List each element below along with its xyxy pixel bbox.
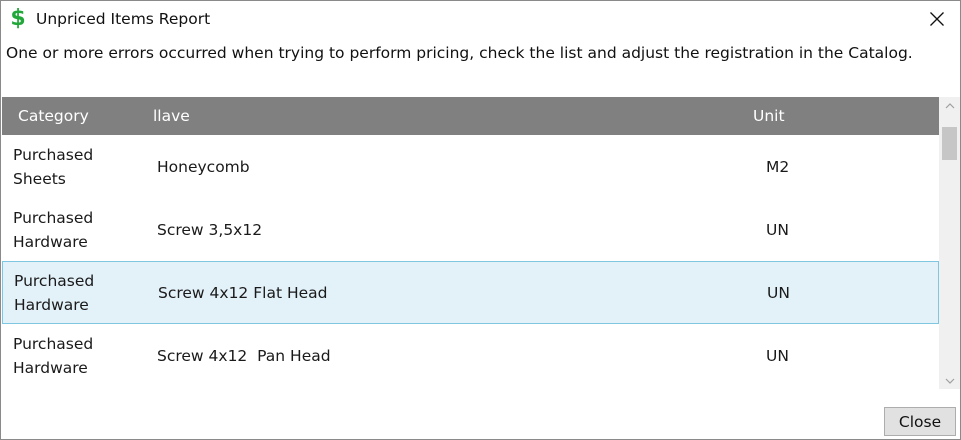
chevron-up-icon	[945, 102, 954, 108]
cell-llave: Honeycomb	[157, 157, 250, 176]
window-title: Unpriced Items Report	[36, 9, 211, 28]
unpriced-items-grid: Category llave Unit Purchased Sheets Hon…	[2, 97, 939, 389]
vertical-scrollbar[interactable]	[939, 97, 960, 389]
cell-unit: UN	[767, 283, 790, 302]
scroll-up-button[interactable]	[939, 97, 960, 114]
chevron-down-icon	[945, 378, 954, 384]
cell-unit: M2	[766, 157, 790, 176]
title-bar: $ Unpriced Items Report	[1, 1, 960, 36]
table-row[interactable]: Purchased Sheets Honeycomb M2	[2, 135, 939, 198]
close-button[interactable]: Close	[884, 407, 956, 436]
cell-llave: Screw 4x12 Flat Head	[158, 283, 328, 302]
table-row[interactable]: Purchased Hardware Screw 3,5x12 UN	[2, 198, 939, 261]
column-header-unit[interactable]: Unit	[753, 107, 785, 125]
unpriced-items-dialog: $ Unpriced Items Report One or more erro…	[0, 0, 961, 440]
column-header-category[interactable]: Category	[18, 107, 89, 125]
table-row-selected[interactable]: Purchased Hardware Screw 4x12 Flat Head …	[2, 261, 939, 324]
close-icon	[930, 12, 944, 26]
cell-llave: Screw 4x12 Pan Head	[157, 346, 331, 365]
cell-category: Purchased Hardware	[13, 334, 94, 377]
grid-header: Category llave Unit	[2, 97, 939, 135]
cell-category: Purchased Hardware	[13, 208, 94, 251]
table-row[interactable]: Purchased Hardware Screw 4x12 Pan Head U…	[2, 324, 939, 387]
scroll-down-button[interactable]	[939, 372, 960, 389]
cell-category: Purchased Sheets	[13, 145, 94, 188]
error-message: One or more errors occurred when trying …	[6, 44, 913, 62]
scrollbar-thumb[interactable]	[942, 127, 957, 160]
dollar-icon: $	[10, 5, 26, 31]
close-window-button[interactable]	[924, 6, 950, 32]
cell-category: Purchased Hardware	[14, 271, 95, 314]
cell-llave: Screw 3,5x12	[157, 220, 263, 239]
column-header-llave[interactable]: llave	[153, 107, 190, 125]
cell-unit: UN	[766, 346, 789, 365]
cell-unit: UN	[766, 220, 789, 239]
